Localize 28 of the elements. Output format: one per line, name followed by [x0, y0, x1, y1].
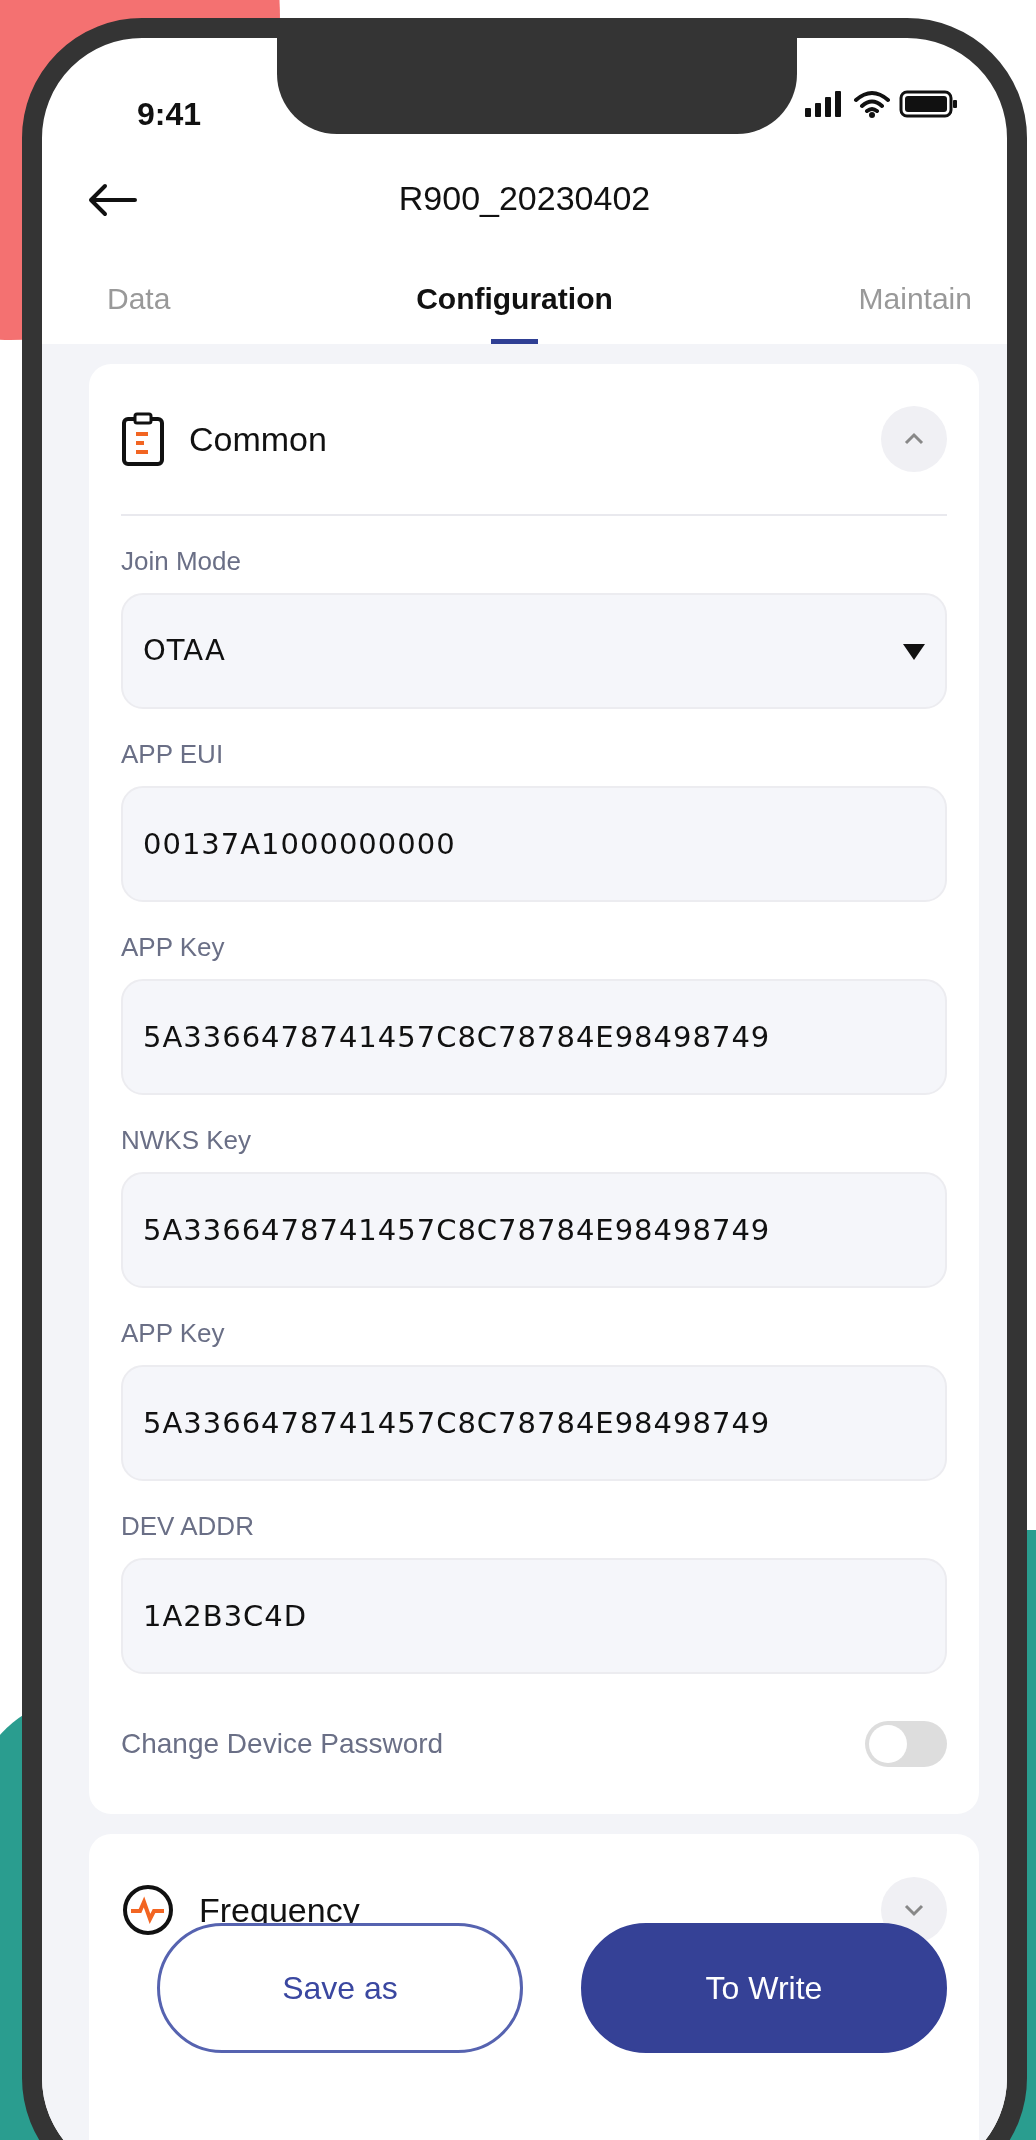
dropdown-field[interactable]: OTAA — [121, 593, 947, 709]
back-arrow-icon — [87, 183, 137, 217]
save-as-button[interactable]: Save as — [157, 1923, 523, 2053]
write-button[interactable]: To Write — [581, 1923, 947, 2053]
input-field[interactable]: 00137A1000000000 — [121, 786, 947, 902]
toggle-label: Change Device Password — [121, 1727, 444, 1761]
clipboard-icon — [121, 412, 165, 466]
input-field[interactable]: 5A3366478741457C8C78784E98498749 — [121, 1172, 947, 1288]
input-field[interactable]: 5A3366478741457C8C78784E98498749 — [121, 1365, 947, 1481]
status-time: 9:41 — [137, 95, 202, 134]
field-label: NWKS Key — [121, 1124, 253, 1157]
wifi-icon — [853, 90, 891, 118]
back-button[interactable] — [87, 183, 137, 217]
toggle-switch[interactable] — [865, 1721, 947, 1767]
chevron-down-icon — [903, 1903, 925, 1917]
page-title: R900_20230402 — [398, 177, 651, 219]
input-field[interactable]: 1A2B3C4D — [121, 1558, 947, 1674]
chevron-up-icon — [903, 432, 925, 446]
section-title: Common — [189, 418, 328, 460]
field-label: APP Key — [121, 1317, 226, 1350]
field-label: APP Key — [121, 931, 226, 964]
field-label: Join Mode — [121, 545, 242, 578]
field-label: APP EUI — [121, 738, 225, 771]
battery-icon — [899, 90, 957, 118]
pulse-circle-icon — [121, 1883, 175, 1937]
dropdown-caret-icon — [903, 644, 925, 661]
field-label: DEV ADDR — [121, 1510, 255, 1543]
input-field[interactable]: 5A3366478741457C8C78784E98498749 — [121, 979, 947, 1095]
